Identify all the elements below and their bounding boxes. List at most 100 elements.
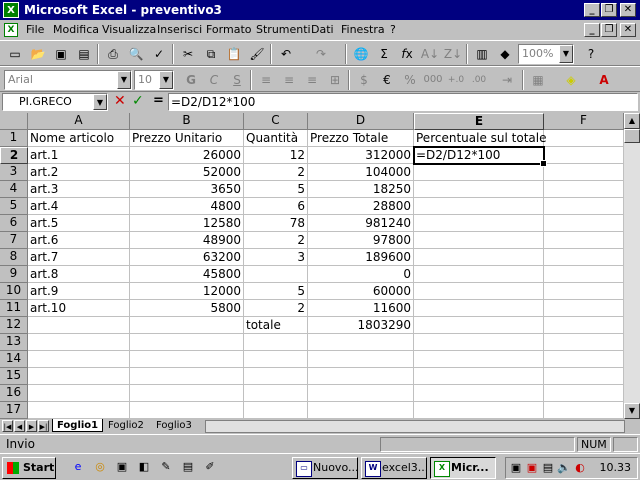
indent-icon[interactable]: ⇥ xyxy=(496,69,518,91)
fill-color-icon[interactable]: ◈ xyxy=(560,69,582,91)
open-folder-icon[interactable]: 📂 xyxy=(27,43,49,65)
menu-modifica[interactable]: Modifica xyxy=(53,20,99,40)
cell-b8[interactable]: 63200 xyxy=(130,249,244,266)
save-icon[interactable]: ▣ xyxy=(50,43,72,65)
cell-c8[interactable]: 3 xyxy=(244,249,308,266)
chevron-down-icon[interactable]: ▼ xyxy=(159,71,173,89)
hyperlink-icon[interactable]: 🌐 xyxy=(350,43,372,65)
cell-c11[interactable]: 2 xyxy=(244,300,308,317)
chevron-down-icon[interactable]: ▼ xyxy=(117,71,131,89)
cell-b17[interactable] xyxy=(130,402,244,419)
cell-e16[interactable] xyxy=(414,385,544,402)
cell-e10[interactable] xyxy=(414,283,544,300)
cell-c14[interactable] xyxy=(244,351,308,368)
cell-e14[interactable] xyxy=(414,351,544,368)
cell-e4[interactable] xyxy=(414,181,544,198)
cell-f1[interactable] xyxy=(544,130,624,147)
function-icon[interactable]: fx xyxy=(396,43,418,65)
cell-f6[interactable] xyxy=(544,215,624,232)
cell-c6[interactable]: 78 xyxy=(244,215,308,232)
desktop-icon[interactable]: ▣ xyxy=(114,459,130,475)
cell-c9[interactable] xyxy=(244,266,308,283)
cell-b5[interactable]: 4800 xyxy=(130,198,244,215)
cell-c2[interactable]: 12 xyxy=(244,147,308,164)
task-microsoft-excel[interactable]: X Micr... xyxy=(430,457,496,479)
cell-d5[interactable]: 28800 xyxy=(308,198,414,215)
row-header[interactable]: 13 xyxy=(0,334,28,351)
menu-strumenti[interactable]: Strumenti xyxy=(256,20,311,40)
row-header[interactable]: 4 xyxy=(0,181,28,198)
new-file-icon[interactable]: ▭ xyxy=(4,43,26,65)
cell-a9[interactable]: art.8 xyxy=(28,266,130,283)
cell-d15[interactable] xyxy=(308,368,414,385)
cell-e5[interactable] xyxy=(414,198,544,215)
row-header[interactable]: 11 xyxy=(0,300,28,317)
thousands-separator-icon[interactable]: 000 xyxy=(422,69,444,91)
cell-a5[interactable]: art.4 xyxy=(28,198,130,215)
tab-foglio2[interactable]: Foglio2 xyxy=(104,419,148,432)
scroll-up-button[interactable]: ▲ xyxy=(624,113,640,129)
cell-a13[interactable] xyxy=(28,334,130,351)
row-header[interactable]: 6 xyxy=(0,215,28,232)
name-box[interactable]: PI.GRECO ▼ xyxy=(2,93,108,111)
copy-icon[interactable]: ⧉ xyxy=(200,43,222,65)
row-header[interactable]: 8 xyxy=(0,249,28,266)
cell-f12[interactable] xyxy=(544,317,624,334)
start-button[interactable]: Start xyxy=(2,457,56,479)
cell-f2[interactable] xyxy=(544,147,624,164)
cell-c15[interactable] xyxy=(244,368,308,385)
language-icon[interactable]: ◐ xyxy=(572,460,588,476)
format-painter-icon[interactable]: 🖌 xyxy=(246,43,268,65)
cell-b14[interactable] xyxy=(130,351,244,368)
row-header[interactable]: 16 xyxy=(0,385,28,402)
cell-b1[interactable]: Prezzo Unitario xyxy=(130,130,244,147)
cell-a14[interactable] xyxy=(28,351,130,368)
currency-icon[interactable]: $ xyxy=(353,69,375,91)
sort-descending-icon[interactable]: Z↓ xyxy=(442,43,464,65)
cell-a6[interactable]: art.5 xyxy=(28,215,130,232)
bold-button[interactable]: G xyxy=(180,69,202,91)
scheduler-icon[interactable]: ▤ xyxy=(540,460,556,476)
prev-sheet-icon[interactable]: ◀ xyxy=(14,420,25,432)
cell-d14[interactable] xyxy=(308,351,414,368)
outlook-icon[interactable]: ◎ xyxy=(92,459,108,475)
increase-decimal-icon[interactable]: +.0 xyxy=(445,69,467,91)
cell-a7[interactable]: art.6 xyxy=(28,232,130,249)
cell-d11[interactable]: 11600 xyxy=(308,300,414,317)
column-header-e[interactable]: E xyxy=(414,113,544,130)
cell-c12[interactable]: totale xyxy=(244,317,308,334)
doc-minimize-button[interactable]: _ xyxy=(584,23,600,37)
notepad-icon[interactable]: ✎ xyxy=(158,459,174,475)
cell-b16[interactable] xyxy=(130,385,244,402)
cell-b2[interactable]: 26000 xyxy=(130,147,244,164)
cell-a4[interactable]: art.3 xyxy=(28,181,130,198)
cell-a16[interactable] xyxy=(28,385,130,402)
cell-d6[interactable]: 981240 xyxy=(308,215,414,232)
title-bar[interactable]: X Microsoft Excel - preventivo3 _ ❐ ✕ xyxy=(0,0,640,20)
cell-d16[interactable] xyxy=(308,385,414,402)
cell-c1[interactable]: Quantità xyxy=(244,130,308,147)
cell-f11[interactable] xyxy=(544,300,624,317)
menu-help[interactable]: ? xyxy=(390,20,396,40)
restore-button[interactable]: ❐ xyxy=(601,3,617,17)
cell-a1[interactable]: Nome articolo xyxy=(28,130,130,147)
cell-a12[interactable] xyxy=(28,317,130,334)
cell-b10[interactable]: 12000 xyxy=(130,283,244,300)
cell-f3[interactable] xyxy=(544,164,624,181)
cell-d7[interactable]: 97800 xyxy=(308,232,414,249)
cell-e15[interactable] xyxy=(414,368,544,385)
document-icon[interactable]: X xyxy=(4,23,18,37)
cell-b7[interactable]: 48900 xyxy=(130,232,244,249)
cell-a3[interactable]: art.2 xyxy=(28,164,130,181)
app-icon[interactable]: ▤ xyxy=(180,459,196,475)
excel-app-icon[interactable]: X xyxy=(3,2,19,18)
row-header[interactable]: 9 xyxy=(0,266,28,283)
tab-foglio3[interactable]: Foglio3 xyxy=(152,419,196,432)
cell-d9[interactable]: 0 xyxy=(308,266,414,283)
row-header[interactable]: 14 xyxy=(0,351,28,368)
row-header[interactable]: 2 xyxy=(0,147,28,164)
cell-d8[interactable]: 189600 xyxy=(308,249,414,266)
cell-b6[interactable]: 12580 xyxy=(130,215,244,232)
cell-f17[interactable] xyxy=(544,402,624,419)
cell-f10[interactable] xyxy=(544,283,624,300)
